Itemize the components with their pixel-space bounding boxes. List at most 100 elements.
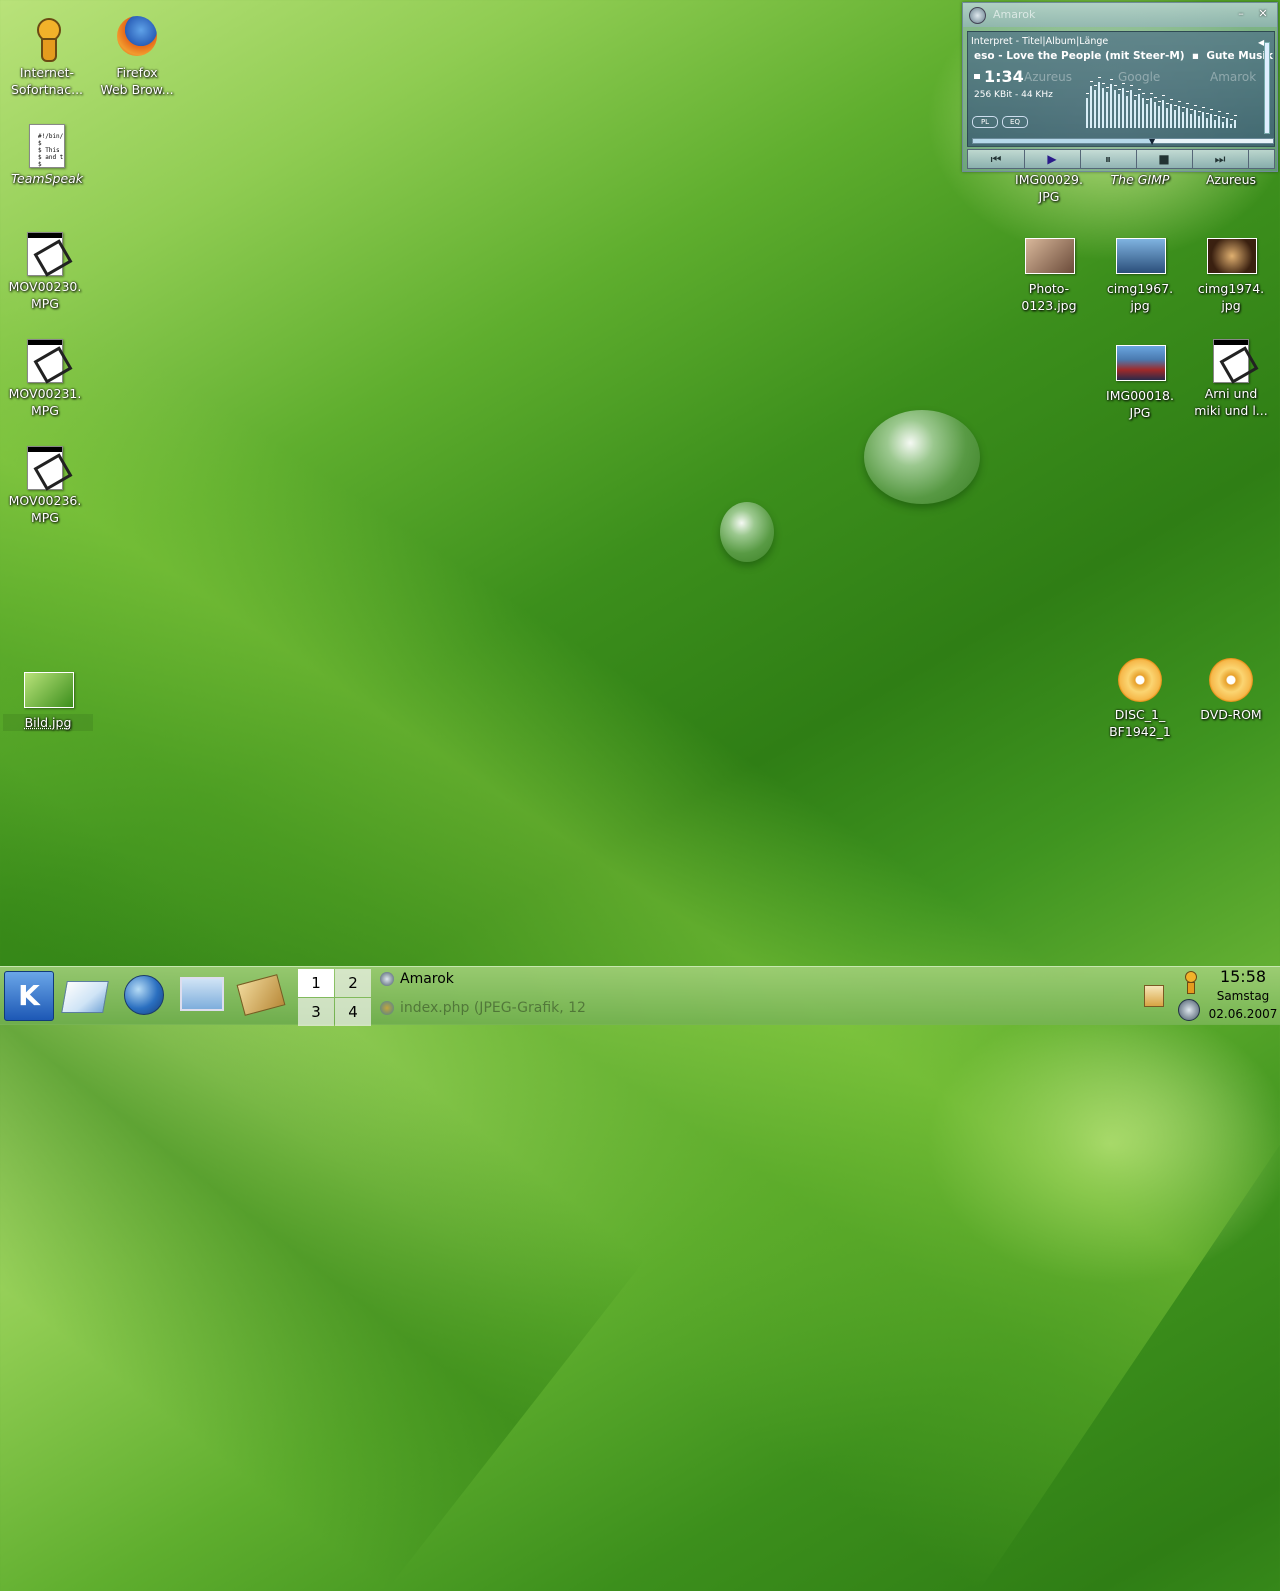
icon-label: MOV00230. MPG xyxy=(8,279,82,311)
analyzer-peak xyxy=(1122,83,1125,84)
clock[interactable]: 15:58 Samstag 02.06.2007 xyxy=(1208,967,1278,1023)
play-button[interactable]: ▶ xyxy=(1024,150,1081,168)
analyzer-peak xyxy=(1186,103,1189,104)
desktop-icon-dvd[interactable]: DVD-ROM xyxy=(1186,656,1276,723)
desktop-icon-teamspeak[interactable]: #!/bin/ $ $ This $ and t $ TeamSpeak xyxy=(2,120,92,187)
analyzer-peak xyxy=(1130,85,1133,86)
image-file-icon xyxy=(1025,230,1075,278)
desktop-icon-kopete[interactable]: Internet- Sofortnac... xyxy=(2,14,92,98)
analyzer-bar xyxy=(1150,98,1152,128)
clock-day: Samstag xyxy=(1216,989,1270,1003)
icon-label: IMG00029. JPG xyxy=(1015,172,1083,204)
analyzer-peak xyxy=(1234,115,1237,116)
task-firefox[interactable]: index.php (JPEG-Grafik, 12 xyxy=(380,1000,586,1026)
icon-label: Firefox Web Brow... xyxy=(100,65,174,97)
previous-track-button[interactable]: ⏮ xyxy=(968,150,1025,168)
track-progress-slider[interactable]: ▼ xyxy=(972,137,1274,146)
desktop-icon-mov00231[interactable]: MOV00231. MPG xyxy=(0,335,90,419)
analyzer-peak xyxy=(1094,85,1097,86)
minimize-button[interactable]: – xyxy=(1233,7,1249,21)
analyzer-bar xyxy=(1218,116,1220,128)
progress-knob-icon[interactable]: ▼ xyxy=(1149,137,1155,146)
amarok-display: Interpret - Titel|Album|Länge eso - Love… xyxy=(967,31,1275,147)
desktop-icon-bild[interactable]: Bild.jpg xyxy=(3,664,93,731)
spectrum-analyzer[interactable] xyxy=(1086,77,1246,128)
desktop-icon-mov00230[interactable]: MOV00230. MPG xyxy=(0,228,90,312)
icon-label: Photo- 0123.jpg xyxy=(1021,281,1077,313)
k-menu-button[interactable]: K xyxy=(4,971,54,1021)
analyzer-peak xyxy=(1146,99,1149,100)
analyzer-bar xyxy=(1086,98,1088,128)
analyzer-bar xyxy=(1162,100,1164,128)
analyzer-peak xyxy=(1162,95,1165,96)
script-preview: #!/bin/ $ $ This $ and t $ xyxy=(38,133,64,168)
analyzer-bar xyxy=(1158,106,1160,128)
analyzer-bar xyxy=(1170,104,1172,128)
amarok-titlebar[interactable]: Amarok – ✕ xyxy=(963,3,1277,27)
package-launcher-icon[interactable] xyxy=(236,974,286,1016)
analyzer-bar xyxy=(1118,94,1120,128)
playlist-toggle-button[interactable]: PL xyxy=(972,116,998,128)
icon-label: Bild.jpg xyxy=(3,714,93,731)
analyzer-peak xyxy=(1154,97,1157,98)
pager-desktop-2[interactable]: 2 xyxy=(335,969,371,997)
pager-desktop-1[interactable]: 1 xyxy=(298,969,334,997)
analyzer-peak xyxy=(1178,101,1181,102)
icon-label: Internet- Sofortnac... xyxy=(10,65,84,97)
analyzer-peak xyxy=(1134,95,1137,96)
analyzer-peak xyxy=(1098,77,1101,78)
desktop-icon-arni-video[interactable]: Arni und miki und l... xyxy=(1186,335,1276,419)
icon-label: TeamSpeak xyxy=(10,171,84,186)
kopete-icon xyxy=(23,14,71,62)
video-file-icon xyxy=(21,442,73,491)
taskbar-panel: K 1 2 3 4 Amarok index.php (JPEG-Grafik,… xyxy=(0,966,1280,1026)
task-label: Amarok xyxy=(400,971,454,987)
klipper-tray-icon[interactable] xyxy=(1144,985,1164,1007)
equalizer-toggle-button[interactable]: EQ xyxy=(1002,116,1028,128)
system-launcher-icon[interactable] xyxy=(180,977,224,1011)
time-mode-icon[interactable] xyxy=(974,74,980,79)
desktop-icon-img00018[interactable]: IMG00018. JPG xyxy=(1095,337,1185,421)
current-track: eso - Love the People (mit Steer-M) ▪ Gu… xyxy=(974,50,1280,62)
analyzer-bar xyxy=(1166,108,1168,128)
desktop-icon-mov00236[interactable]: MOV00236. MPG xyxy=(0,442,90,526)
elapsed-time[interactable]: 1:34 xyxy=(984,67,1024,86)
analyzer-peak xyxy=(1158,101,1161,102)
volume-slider[interactable] xyxy=(1264,42,1270,134)
amarok-player-window: Amarok – ✕ Interpret - Titel|Album|Länge… xyxy=(962,2,1278,172)
view-toggle-button[interactable] xyxy=(1248,150,1274,168)
kopete-tray-icon[interactable] xyxy=(1180,971,1204,995)
task-label: index.php (JPEG-Grafik, 12 xyxy=(400,1000,586,1016)
amarok-tray-icon[interactable] xyxy=(1178,999,1200,1021)
stop-button[interactable]: ■ xyxy=(1136,150,1193,168)
analyzer-peak xyxy=(1206,113,1209,114)
analyzer-peak xyxy=(1110,79,1113,80)
desktop-icon-photo0123[interactable]: Photo- 0123.jpg xyxy=(1004,230,1094,314)
analyzer-peak xyxy=(1202,107,1205,108)
desktop-icon-firefox[interactable]: Firefox Web Brow... xyxy=(92,14,182,98)
amarok-logo-icon xyxy=(969,7,986,24)
next-track-button[interactable]: ⏭ xyxy=(1192,150,1249,168)
icon-label: cimg1974. jpg xyxy=(1197,281,1265,313)
desktop-icon-cimg1967[interactable]: cimg1967. jpg xyxy=(1095,230,1185,314)
analyzer-bar xyxy=(1182,112,1184,128)
firefox-icon xyxy=(113,14,161,62)
bitrate: 256 KBit - 44 KHz xyxy=(974,90,1053,100)
analyzer-bar xyxy=(1110,84,1112,128)
pause-button[interactable]: ⏸ xyxy=(1080,150,1137,168)
firefox-icon xyxy=(380,1001,394,1015)
desktop-icon-cimg1974[interactable]: cimg1974. jpg xyxy=(1186,230,1276,314)
desktop-icon-disc[interactable]: DISC_1_ BF1942_1 xyxy=(1095,656,1185,740)
analyzer-bar xyxy=(1154,102,1156,128)
konqueror-launcher-icon[interactable] xyxy=(124,975,164,1015)
pager-desktop-4[interactable]: 4 xyxy=(335,998,371,1026)
analyzer-peak xyxy=(1142,93,1145,94)
task-amarok[interactable]: Amarok xyxy=(380,971,454,997)
icon-label: MOV00231. MPG xyxy=(8,386,82,418)
close-button[interactable]: ✕ xyxy=(1255,7,1271,21)
analyzer-peak xyxy=(1230,119,1233,120)
analyzer-bar xyxy=(1222,122,1224,128)
pager-desktop-3[interactable]: 3 xyxy=(298,998,334,1026)
kwrite-launcher-icon[interactable] xyxy=(61,981,109,1013)
analyzer-bar xyxy=(1194,110,1196,128)
